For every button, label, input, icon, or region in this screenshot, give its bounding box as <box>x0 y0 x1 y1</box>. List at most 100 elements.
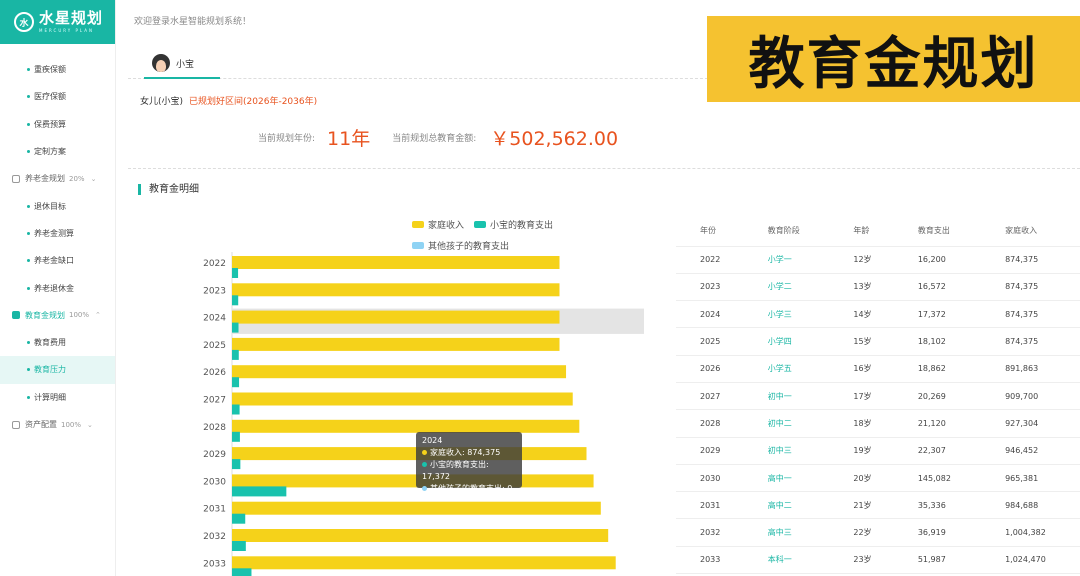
bar-income[interactable] <box>232 337 560 351</box>
table-cell: 2032 <box>676 518 744 547</box>
table-row[interactable]: 2027 初中一 17岁 20,269 909,700 <box>676 382 1080 411</box>
table-cell: 874,375 <box>981 300 1080 329</box>
bar-income[interactable] <box>232 474 594 488</box>
column-header[interactable]: 年份 <box>676 216 744 247</box>
table-row[interactable]: 2022 小学一 12岁 16,200 874,375 <box>676 246 1080 274</box>
sidebar-item-label: 重疾保额 <box>34 65 66 75</box>
bar-income[interactable] <box>232 256 560 269</box>
table-cell: 高中三 <box>743 518 830 547</box>
bar-child-expense[interactable] <box>232 404 240 415</box>
table-cell: 2033 <box>676 546 744 575</box>
bar-child-expense[interactable] <box>232 486 287 497</box>
bar-income[interactable] <box>232 365 567 379</box>
tab-child[interactable]: 小宝 <box>144 49 220 79</box>
bar-child-expense[interactable] <box>232 541 246 551</box>
column-header[interactable]: 年龄 <box>829 216 894 247</box>
table-cell: 19岁 <box>829 437 894 465</box>
sidebar-item-label: 教育费用 <box>34 338 66 348</box>
table-cell: 14岁 <box>829 300 894 329</box>
sidebar-item[interactable]: 养老金测算 <box>0 220 115 247</box>
table-cell: 13岁 <box>829 273 894 302</box>
table-row[interactable]: 2024 小学三 14岁 17,372 874,375 <box>676 300 1080 329</box>
sidebar-item-label: 保费预算 <box>34 119 66 129</box>
sidebar-item[interactable]: 养老金规划 20% ⌄ <box>0 165 115 192</box>
table-cell: 22,307 <box>893 437 982 465</box>
sidebar-item[interactable]: 养老金缺口 <box>0 247 115 274</box>
table-row[interactable]: 2032 高中三 22岁 36,919 1,004,382 <box>676 518 1080 547</box>
table-cell: 21,120 <box>893 409 982 438</box>
bar-income[interactable] <box>232 310 560 324</box>
years-value: 11年 <box>327 128 371 150</box>
sidebar-item[interactable]: 定制方案 <box>0 138 115 165</box>
child-info: 女儿(小宝) 已规划好区间(2026年-2036年) <box>140 94 317 107</box>
table-row[interactable]: 2031 高中二 21岁 35,336 984,688 <box>676 491 1080 520</box>
sidebar-item[interactable]: 教育金规划 100% ⌃ <box>0 302 115 329</box>
bar-income[interactable] <box>232 283 560 297</box>
logo[interactable]: 水 水星规划 MERCURY PLAN <box>0 0 115 44</box>
sidebar-item[interactable]: 资产配置 100% ⌄ <box>0 411 115 438</box>
tooltip-row: 其他孩子的教育支出: 0 <box>422 483 516 495</box>
table-cell: 15岁 <box>829 327 894 356</box>
table-cell: 35,336 <box>893 491 982 520</box>
bar-child-expense[interactable] <box>232 349 239 360</box>
logo-icon: 水 <box>14 12 34 32</box>
bar-child-expense[interactable] <box>232 431 240 442</box>
table-cell: 高中一 <box>743 464 830 493</box>
education-chart: 家庭收入 小宝的教育支出 其他孩子的教育支出 2022 2023 2024 2025 2… <box>128 212 668 576</box>
table-cell: 高中二 <box>743 491 830 520</box>
column-header[interactable]: 家庭收入 <box>981 216 1080 247</box>
child-tabs: 小宝 <box>128 45 708 79</box>
sidebar-item-label: 定制方案 <box>34 147 66 157</box>
table-row[interactable]: 2033 本科一 23岁 51,987 1,024,470 <box>676 546 1080 575</box>
y-tick-label: 2026 <box>203 368 226 378</box>
bar-income[interactable] <box>232 392 573 406</box>
table-row[interactable]: 2023 小学二 13岁 16,572 874,375 <box>676 273 1080 302</box>
table-row[interactable]: 2026 小学五 16岁 18,862 891,863 <box>676 355 1080 383</box>
group-progress: 20% <box>69 174 85 183</box>
bar-child-expense[interactable] <box>232 459 241 470</box>
sidebar-item[interactable]: 养老退休金 <box>0 274 115 301</box>
sidebar-item-label: 养老金规划 <box>25 174 65 184</box>
bar-child-expense[interactable] <box>232 322 239 333</box>
sidebar-item[interactable]: 保费预算 <box>0 111 115 138</box>
table-cell: 909,700 <box>981 382 1080 411</box>
table-cell: 20,269 <box>893 382 982 411</box>
bar-income[interactable] <box>232 556 616 570</box>
table-row[interactable]: 2025 小学四 15岁 18,102 874,375 <box>676 327 1080 356</box>
table-cell: 21岁 <box>829 491 894 520</box>
group-icon <box>12 174 20 183</box>
sidebar-item[interactable]: 退休目标 <box>0 192 115 219</box>
table-cell: 36,919 <box>893 518 982 547</box>
table-cell: 本科一 <box>743 546 830 575</box>
sidebar-item-label: 退休目标 <box>34 201 66 211</box>
sidebar-item[interactable]: 医疗保额 <box>0 83 115 110</box>
bar-child-expense[interactable] <box>232 377 240 388</box>
sidebar-item[interactable]: 教育费用 <box>0 329 115 356</box>
column-header[interactable]: 教育阶段 <box>743 216 830 247</box>
bar-income[interactable] <box>232 501 601 515</box>
y-tick-label: 2033 <box>203 559 226 569</box>
table-cell: 2029 <box>676 437 744 465</box>
table-cell: 1,024,470 <box>981 546 1080 575</box>
table-row[interactable]: 2029 初中三 19岁 22,307 946,452 <box>676 437 1080 465</box>
bar-child-expense[interactable] <box>232 295 239 306</box>
bar-child-expense[interactable] <box>232 268 239 278</box>
bar-child-expense[interactable] <box>232 568 252 576</box>
table-cell: 946,452 <box>981 437 1080 465</box>
column-header[interactable]: 教育支出 <box>893 216 982 247</box>
table-row[interactable]: 2028 初中二 18岁 21,120 927,304 <box>676 409 1080 438</box>
bar-child-expense[interactable] <box>232 513 246 524</box>
bar-income[interactable] <box>232 419 580 433</box>
banner-title: 教育金规划 <box>707 16 1080 102</box>
bar-income[interactable] <box>232 529 609 542</box>
table-cell: 874,375 <box>981 327 1080 356</box>
avatar <box>152 54 170 72</box>
y-tick-label: 2022 <box>203 259 226 269</box>
sidebar-item[interactable]: 计算明细 <box>0 384 115 411</box>
y-tick-label: 2030 <box>203 477 226 487</box>
sidebar-item[interactable]: 重疾保额 <box>0 56 115 83</box>
bar-income[interactable] <box>232 447 587 461</box>
table-row[interactable]: 2030 高中一 20岁 145,082 965,381 <box>676 464 1080 493</box>
table-cell: 12岁 <box>829 246 894 274</box>
sidebar-item[interactable]: 教育压力 <box>0 356 115 384</box>
